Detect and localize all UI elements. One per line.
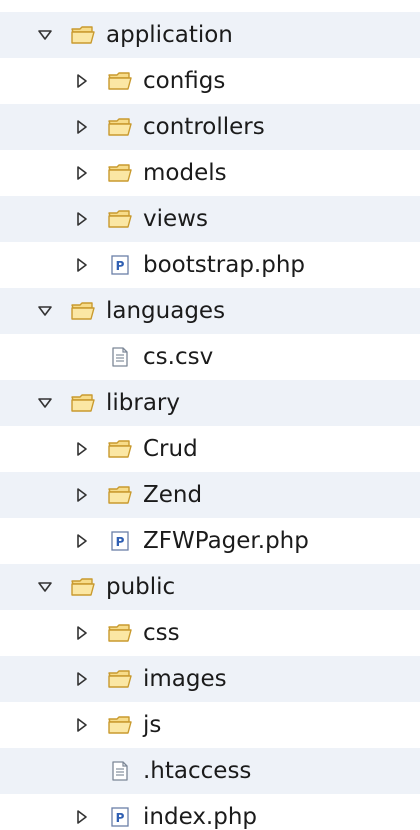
tree-row[interactable]: configs: [0, 58, 420, 104]
tree-row[interactable]: Crud: [0, 426, 420, 472]
svg-text:P: P: [116, 811, 125, 825]
collapsed-arrow-icon[interactable]: [73, 256, 91, 274]
tree-row[interactable]: models: [0, 150, 420, 196]
php-file-icon: P: [107, 806, 133, 828]
expanded-arrow-icon[interactable]: [36, 302, 54, 320]
tree-row[interactable]: controllers: [0, 104, 420, 150]
tree-item-label: Crud: [143, 435, 198, 462]
folder-icon: [107, 70, 133, 92]
folder-icon: [107, 162, 133, 184]
tree-row[interactable]: languages: [0, 288, 420, 334]
expanded-arrow-icon[interactable]: [36, 26, 54, 44]
text-file-icon: [107, 346, 133, 368]
folder-icon: [70, 576, 96, 598]
tree-row[interactable]: Pbootstrap.php: [0, 242, 420, 288]
tree-item-label: css: [143, 619, 180, 646]
expanded-arrow-icon[interactable]: [36, 394, 54, 412]
tree-item-label: controllers: [143, 113, 265, 140]
tree-row[interactable]: .htaccess: [0, 748, 420, 794]
folder-icon: [107, 116, 133, 138]
tree-row[interactable]: P ZFWPager.php: [0, 518, 420, 564]
folder-icon: [70, 392, 96, 414]
tree-row[interactable]: images: [0, 656, 420, 702]
tree-row[interactable]: js: [0, 702, 420, 748]
collapsed-arrow-icon[interactable]: [73, 670, 91, 688]
collapsed-arrow-icon[interactable]: [73, 118, 91, 136]
tree-row[interactable]: public: [0, 564, 420, 610]
collapsed-arrow-icon[interactable]: [73, 624, 91, 642]
folder-icon: [107, 438, 133, 460]
tree-item-label: js: [143, 711, 162, 738]
tree-row[interactable]: cs.csv: [0, 334, 420, 380]
collapsed-arrow-icon[interactable]: [73, 440, 91, 458]
tree-item-label: Zend: [143, 481, 203, 508]
folder-icon: [107, 484, 133, 506]
tree-item-label: .htaccess: [143, 757, 252, 784]
collapsed-arrow-icon[interactable]: [73, 486, 91, 504]
tree-item-label: public: [106, 573, 176, 600]
tree-item-label: models: [143, 159, 227, 186]
collapsed-arrow-icon[interactable]: [73, 210, 91, 228]
php-file-icon: P: [107, 254, 133, 276]
tree-item-label: index.php: [143, 803, 258, 830]
tree-item-label: images: [143, 665, 227, 692]
folder-icon: [107, 622, 133, 644]
svg-text:P: P: [116, 535, 125, 549]
project-explorer-tree: application configs controllers models views…: [0, 0, 420, 830]
collapsed-arrow-icon[interactable]: [73, 808, 91, 826]
tree-item-label: configs: [143, 67, 226, 94]
folder-icon: [70, 300, 96, 322]
collapsed-arrow-icon[interactable]: [73, 72, 91, 90]
tree-row[interactable]: css: [0, 610, 420, 656]
folder-icon: [70, 24, 96, 46]
tree-row[interactable]: library: [0, 380, 420, 426]
collapsed-arrow-icon[interactable]: [73, 164, 91, 182]
tree-item-label: ZFWPager.php: [143, 527, 309, 554]
php-file-icon: P: [107, 530, 133, 552]
svg-text:P: P: [116, 259, 125, 273]
tree-item-label: library: [106, 389, 180, 416]
tree-row[interactable]: Pindex.php: [0, 794, 420, 830]
collapsed-arrow-icon[interactable]: [73, 716, 91, 734]
tree-item-label: views: [143, 205, 208, 232]
folder-icon: [107, 208, 133, 230]
folder-icon: [107, 714, 133, 736]
tree-item-label: cs.csv: [143, 343, 214, 370]
folder-icon: [107, 668, 133, 690]
text-file-icon: [107, 760, 133, 782]
tree-row[interactable]: views: [0, 196, 420, 242]
tree-item-label: bootstrap.php: [143, 251, 305, 278]
collapsed-arrow-icon[interactable]: [73, 532, 91, 550]
tree-row[interactable]: application: [0, 12, 420, 58]
tree-row[interactable]: Zend: [0, 472, 420, 518]
expanded-arrow-icon[interactable]: [36, 578, 54, 596]
tree-item-label: application: [106, 21, 233, 48]
tree-item-label: languages: [106, 297, 226, 324]
